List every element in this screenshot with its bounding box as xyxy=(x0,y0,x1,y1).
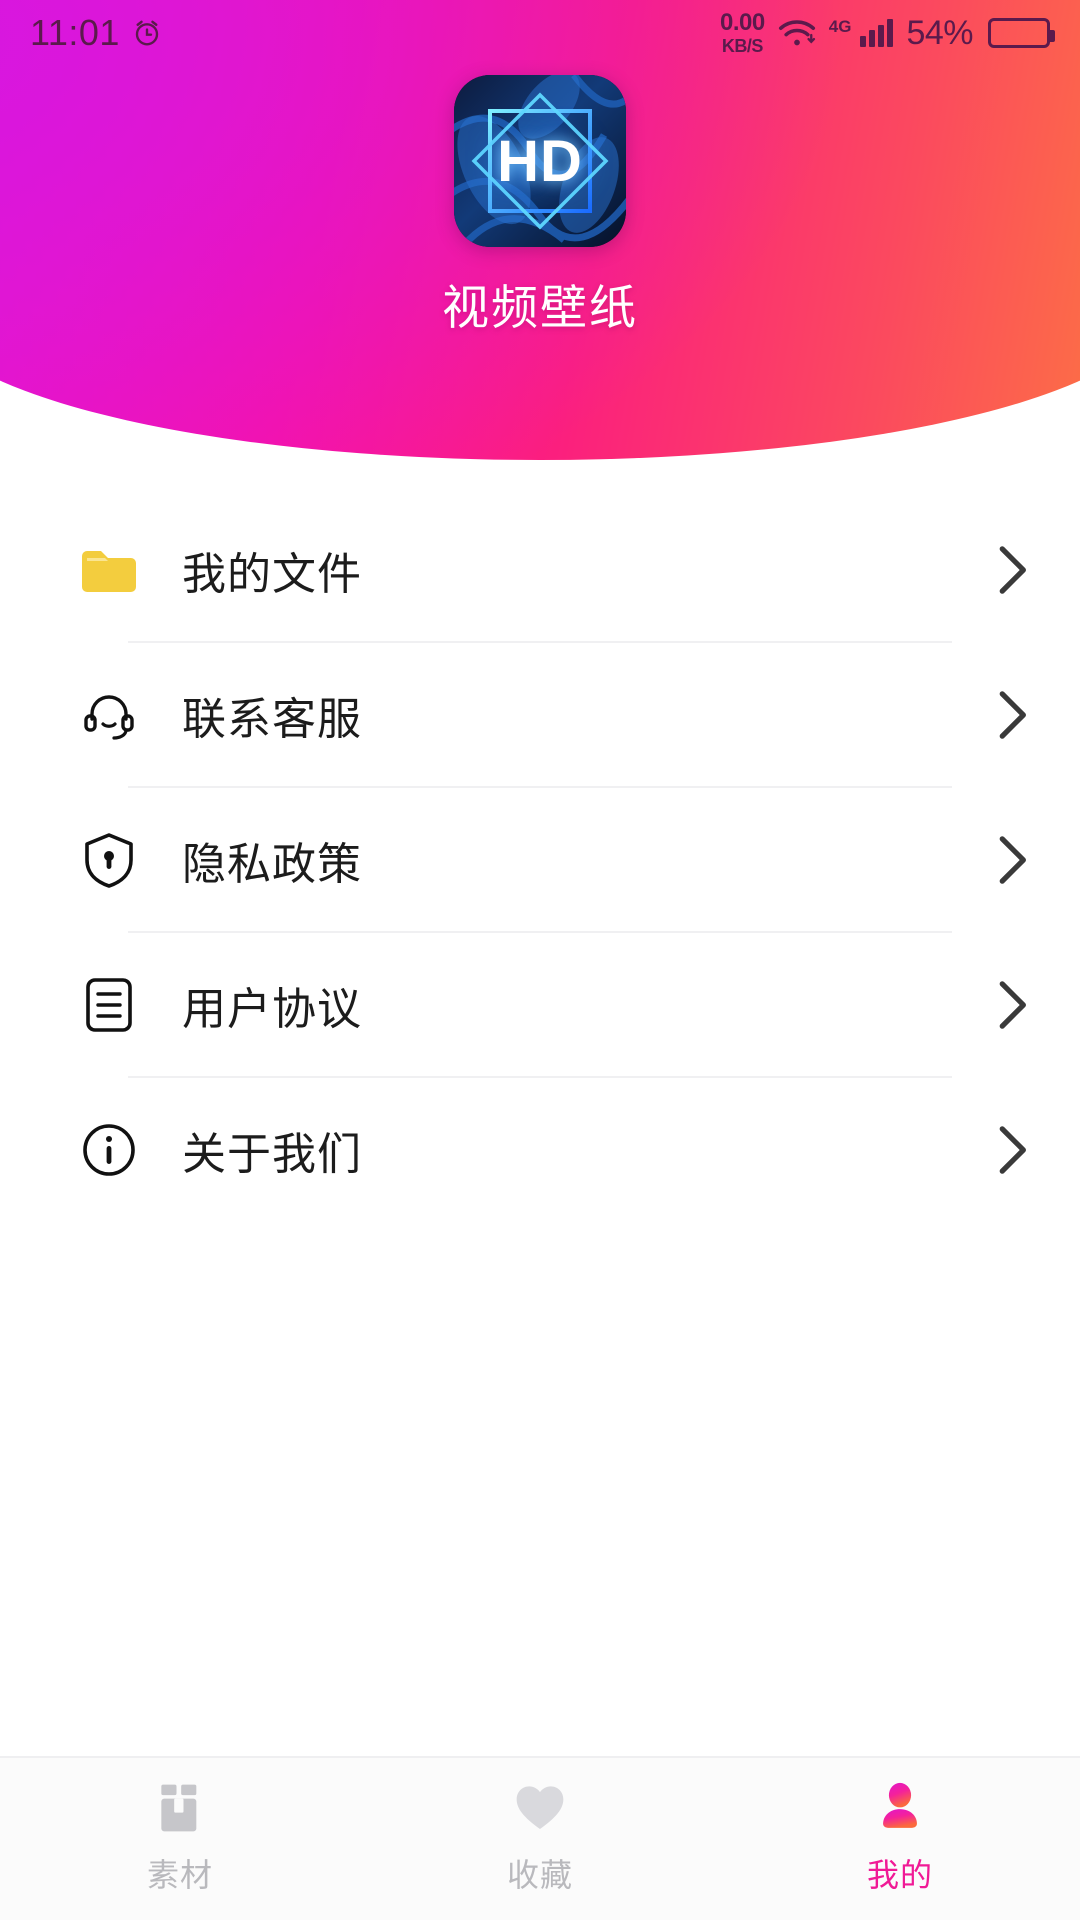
status-time: 11:01 xyxy=(30,12,120,53)
tab-mine[interactable]: 我的 xyxy=(720,1780,1080,1896)
tab-favorites[interactable]: 收藏 xyxy=(360,1780,720,1896)
menu-item-my-files[interactable]: 我的文件 xyxy=(0,498,1080,641)
status-bar: 11:01 0.00 KB/S 4G 54% xyxy=(0,0,1080,66)
header-banner: 11:01 0.00 KB/S 4G 54% HD 视频壁纸 xyxy=(0,0,1080,460)
app-logo: HD xyxy=(454,75,626,247)
menu-item-label: 联系客服 xyxy=(182,694,362,744)
app-logo-hd-text: HD xyxy=(497,128,583,194)
chevron-right-icon xyxy=(999,980,1026,1029)
menu-item-privacy-policy[interactable]: 隐私政策 xyxy=(0,788,1080,931)
info-circle-icon xyxy=(78,1119,140,1181)
tab-label: 收藏 xyxy=(506,1857,573,1893)
person-icon xyxy=(883,1782,917,1828)
wifi-icon xyxy=(778,20,815,46)
tab-label: 素材 xyxy=(146,1857,213,1893)
headset-icon xyxy=(78,684,140,746)
folder-icon xyxy=(78,539,140,601)
menu-item-label: 关于我们 xyxy=(182,1129,362,1179)
chevron-right-icon xyxy=(999,835,1026,884)
menu-item-user-agreement[interactable]: 用户协议 xyxy=(0,933,1080,1076)
menu-item-contact-support[interactable]: 联系客服 xyxy=(0,643,1080,786)
tab-materials[interactable]: 素材 xyxy=(0,1780,360,1896)
network-speed-value: 0.00 xyxy=(720,9,765,36)
network-speed-indicator: 0.00 KB/S xyxy=(720,9,765,56)
network-speed-unit: KB/S xyxy=(721,36,764,56)
shield-lock-icon xyxy=(78,829,140,891)
chevron-right-icon xyxy=(999,545,1026,594)
app-identity: HD 视频壁纸 xyxy=(0,75,1080,338)
alarm-clock-icon xyxy=(135,20,159,46)
chevron-right-icon xyxy=(999,690,1026,739)
menu-item-label: 隐私政策 xyxy=(182,839,362,889)
status-bar-left: 11:01 xyxy=(30,12,162,54)
status-bar-right: 0.00 KB/S 4G 54% xyxy=(720,9,1055,56)
battery-icon xyxy=(988,18,1055,48)
app-name-title: 视频壁纸 xyxy=(442,281,638,334)
menu-item-label: 用户协议 xyxy=(182,984,362,1034)
chevron-right-icon xyxy=(999,1125,1026,1174)
materials-box-icon xyxy=(161,1784,197,1832)
tab-label: 我的 xyxy=(866,1857,933,1893)
cellular-signal-icon xyxy=(860,19,894,47)
document-lines-icon xyxy=(78,974,140,1036)
network-type-label: 4G xyxy=(828,17,852,36)
menu-item-about-us[interactable]: 关于我们 xyxy=(0,1078,1080,1221)
app-screen: 11:01 0.00 KB/S 4G 54% HD 视频壁纸 我的文件 联系客服… xyxy=(0,0,1080,1920)
settings-menu-list: 我的文件 联系客服 隐私政策 用户协议 关于我们 xyxy=(0,498,1080,1221)
bottom-tab-bar: 素材 收藏 我的 xyxy=(0,1756,1080,1920)
battery-percent-label: 54% xyxy=(906,13,973,52)
heart-icon xyxy=(516,1786,564,1829)
menu-item-label: 我的文件 xyxy=(182,549,362,599)
